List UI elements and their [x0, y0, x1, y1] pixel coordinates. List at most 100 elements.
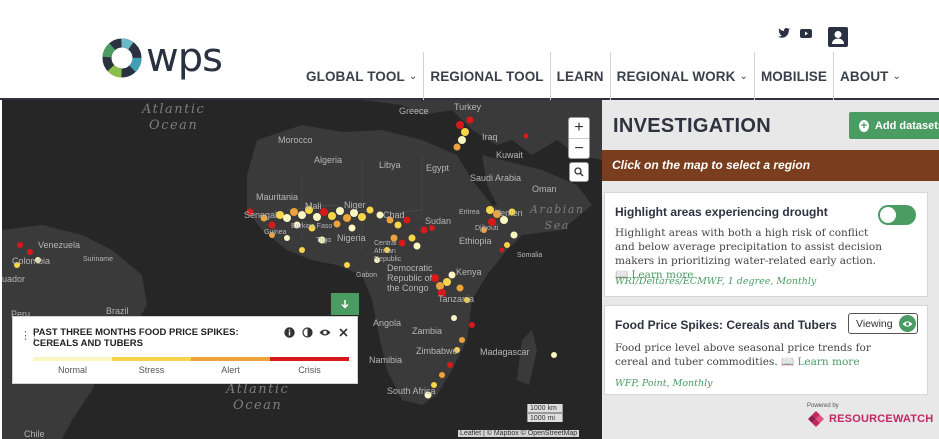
dataset-meta: WRI/Deltares/ECMWF, 1 degree, Monthly [615, 276, 817, 287]
nav-label: REGIONAL WORK [616, 68, 736, 84]
twitter-icon[interactable] [778, 27, 790, 39]
scale-km: 1000 km [527, 404, 563, 413]
add-datasets-button[interactable]: + Add datasets [849, 112, 939, 139]
legend-labels: Normal Stress Alert Crisis [33, 365, 349, 375]
legend-title: PAST THREE MONTHS FOOD PRICE SPIKES: CER… [33, 327, 239, 349]
legend-collapse-button[interactable] [331, 293, 359, 315]
map-label: Angola [373, 318, 402, 328]
site-header: wps GLOBAL TOOL ⌄ REGIONAL TOOL LEARN REG… [0, 0, 939, 100]
wps-logo-icon [102, 38, 142, 78]
map-label: uador [2, 274, 26, 284]
eye-icon[interactable] [319, 328, 331, 340]
map-legend: ⋮⋮ PAST THREE MONTHS FOOD PRICE SPIKES: … [12, 316, 358, 384]
map-label: Guinea [264, 229, 287, 236]
nav-label: GLOBAL TOOL [306, 68, 405, 84]
nav-label: ABOUT [840, 68, 889, 84]
map-label: Nigeria [337, 233, 366, 243]
nav-label: REGIONAL TOOL [430, 68, 544, 84]
nav-learn[interactable]: LEARN [549, 52, 610, 100]
plus-icon: + [859, 119, 869, 132]
dataset-card-food-price[interactable]: Food Price Spikes: Cereals and Tubers Vi… [604, 305, 928, 395]
zoom-out-button[interactable]: − [569, 138, 589, 158]
book-icon: 📖 [781, 356, 795, 368]
instruction-banner: Click on the map to select a region [602, 150, 939, 181]
resourcewatch-icon [808, 411, 824, 427]
info-icon[interactable] [283, 327, 295, 341]
nav-global-tool[interactable]: GLOBAL TOOL ⌄ [300, 52, 423, 100]
viewing-button[interactable]: Viewing [848, 313, 918, 334]
investigation-panel: INVESTIGATION + Add datasets Click on th… [602, 100, 939, 439]
map-label: Central African Republic [374, 240, 402, 263]
wps-logo[interactable]: wps [102, 35, 223, 81]
ocean-label: Atlantic Ocean [226, 382, 290, 413]
map-label: Iraq [482, 132, 498, 142]
zoom-in-button[interactable]: + [569, 118, 589, 138]
map-label: Morocco [278, 135, 313, 145]
map-label: Senegal [244, 210, 278, 220]
map-label: Sudan [425, 216, 452, 226]
legend-label: Stress [138, 365, 165, 375]
dataset-description: Food price level above seasonal price tr… [615, 341, 885, 369]
map-label: Algeria [314, 155, 343, 165]
map-label: Namibia [369, 355, 403, 365]
map-label: Somalia [517, 252, 543, 259]
dataset-title: Food Price Spikes: Cereals and Tubers [615, 318, 837, 332]
map-label: Tanzania [438, 294, 475, 304]
map-canvas[interactable]: Turkey Greece Iraq Kuwait Morocco Algeri… [2, 100, 602, 439]
map-label: Egypt [426, 163, 450, 173]
map-label: Kenya [456, 267, 482, 277]
legend-swatch-stress [112, 357, 191, 361]
nav-regional-tool[interactable]: REGIONAL TOOL [423, 52, 549, 100]
legend-label: Crisis [298, 365, 321, 375]
resourcewatch-logo[interactable]: RESOURCEWATCH [807, 410, 933, 428]
nav-mobilise[interactable]: MOBILISE [753, 52, 833, 100]
map-label: Ethiopia [459, 236, 492, 246]
nav-about[interactable]: ABOUT ⌄ [833, 52, 907, 100]
dataset-card-drought[interactable]: Highlight areas experiencing drought Hig… [604, 192, 928, 297]
legend-actions [283, 327, 349, 341]
map-search-button[interactable] [569, 162, 589, 182]
map-label: Turkey [454, 102, 482, 112]
drought-layer-toggle[interactable] [878, 205, 916, 225]
learn-more-link[interactable]: 📖 Learn more [781, 356, 860, 368]
scale-mi: 1000 mi [527, 413, 563, 422]
main-nav: GLOBAL TOOL ⌄ REGIONAL TOOL LEARN REGIONA… [300, 52, 907, 100]
map-attribution[interactable]: Leaflet | © Mapbox © OpenStreetMap [458, 430, 580, 437]
map-label: Madagascar [480, 347, 530, 357]
map-label: Libya [379, 160, 401, 170]
legend-swatch-crisis [270, 357, 349, 361]
opacity-icon[interactable] [301, 327, 313, 341]
close-icon[interactable] [337, 328, 349, 340]
dataset-title: Highlight areas experiencing drought [615, 205, 828, 219]
map-label: Saudi Arabia [470, 173, 522, 183]
map-label: Colombia [12, 256, 51, 266]
viewing-label: Viewing [856, 317, 893, 330]
middle-east-cluster [453, 116, 474, 151]
map-label: Yemen [495, 208, 523, 218]
legend-color-bar [33, 357, 349, 361]
map-label: Brazil [106, 306, 129, 316]
legend-swatch-alert [191, 357, 270, 361]
youtube-icon[interactable] [800, 27, 812, 39]
description-text: Highlight areas with both a high risk of… [615, 227, 882, 267]
map-label: Gabon [356, 272, 378, 279]
map-scale: 1000 km 1000 mi [527, 404, 563, 422]
toggle-knob [880, 207, 896, 223]
user-icon[interactable] [828, 27, 848, 47]
map-label: Burkina Faso [291, 223, 333, 230]
map-label: Greece [399, 106, 429, 116]
map-label: South Africa [387, 386, 436, 396]
nav-label: LEARN [556, 68, 604, 84]
map-label: Kuwait [496, 150, 524, 160]
brand-text: RESOURCEWATCH [829, 413, 934, 425]
map-label: Mali [305, 201, 322, 211]
nav-regional-work[interactable]: REGIONAL WORK ⌄ [609, 52, 754, 100]
map-label: Venezuela [38, 240, 81, 250]
map-label: Togo [316, 237, 332, 244]
map-label: Mauritania [256, 192, 299, 202]
dataset-description: Highlight areas with both a high risk of… [615, 226, 885, 282]
ocean-label: Atlantic Ocean [142, 102, 206, 133]
logo-text: wps [146, 35, 223, 81]
map-label: Chile [24, 429, 45, 439]
dataset-meta: WFP, Point, Monthly [615, 378, 713, 389]
